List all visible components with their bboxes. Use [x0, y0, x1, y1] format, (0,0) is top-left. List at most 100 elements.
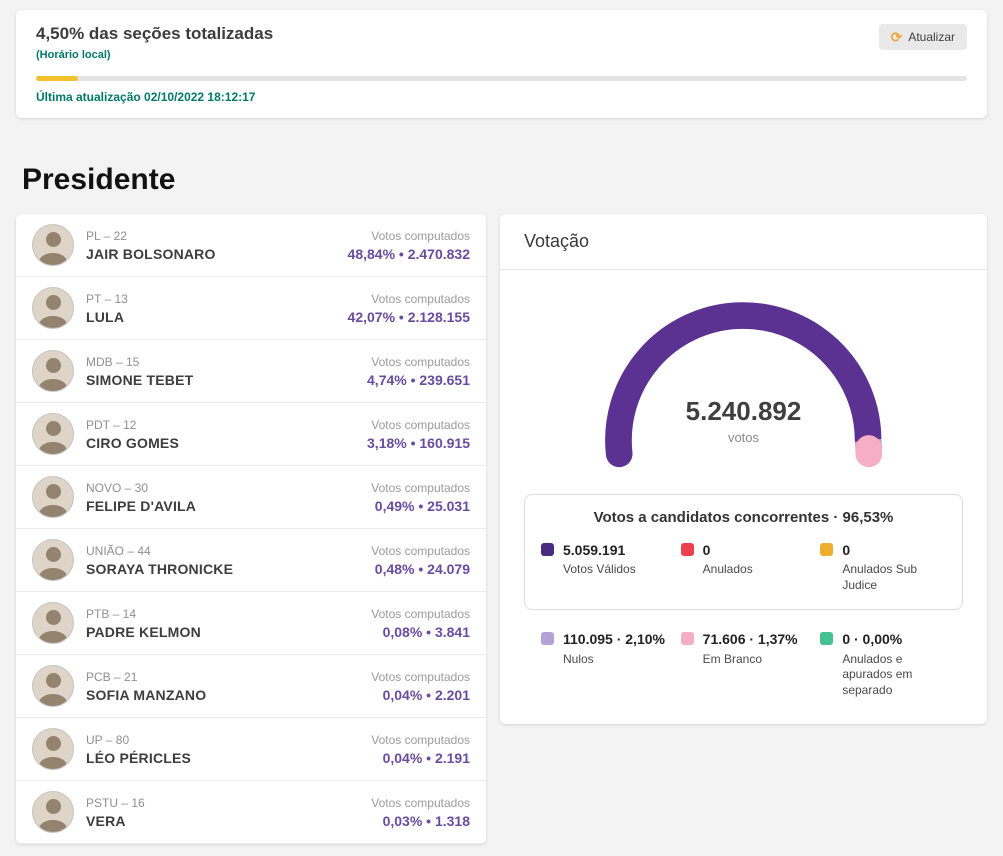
candidate-party: PDT – 12	[86, 417, 137, 432]
candidate-avatar	[32, 539, 74, 581]
candidate-row[interactable]: PL – 22 JAIR BOLSONARO Votos computados …	[16, 214, 486, 277]
votes-computed-label: Votos computados	[371, 606, 470, 621]
candidates-list: PL – 22 JAIR BOLSONARO Votos computados …	[16, 214, 486, 844]
candidate-party: PL – 22	[86, 228, 127, 243]
legend-value: 71.606 · 1,37%	[702, 631, 798, 648]
votes-value: 0,03% • 1.318	[382, 812, 470, 829]
gauge-total-label: votos	[727, 430, 760, 445]
candidate-party: NOVO – 30	[86, 480, 149, 495]
candidate-avatar	[32, 602, 74, 644]
candidate-row[interactable]: UP – 80 LÉO PÉRICLES Votos computados 0,…	[16, 718, 486, 781]
candidate-name: LULA	[86, 308, 125, 325]
candidate-avatar	[32, 350, 74, 392]
legend-swatch	[680, 632, 694, 646]
votacao-card: Votação 5.240.892 votos Votos a candidat…	[500, 214, 987, 725]
legend-box: Votos a candidatos concorrentes · 96,53%…	[524, 494, 963, 611]
legend-item: 71.606 · 1,37% Em Branco	[680, 630, 807, 698]
votes-computed-label: Votos computados	[371, 228, 470, 243]
candidate-row[interactable]: PSTU – 16 VERA Votos computados 0,03% • …	[16, 781, 486, 844]
votes-value: 4,74% • 239.651	[367, 371, 470, 388]
votes-computed-label: Votos computados	[371, 543, 470, 558]
gauge-total-votes: 5.240.892	[685, 396, 802, 426]
candidate-party: MDB – 15	[86, 354, 140, 369]
candidate-name: VERA	[86, 812, 126, 829]
votes-value: 48,84% • 2.470.832	[347, 245, 470, 262]
candidate-row[interactable]: PDT – 12 CIRO GOMES Votos computados 3,1…	[16, 403, 486, 466]
votes-computed-label: Votos computados	[371, 354, 470, 369]
candidate-name: JAIR BOLSONARO	[86, 245, 216, 262]
last-update-text: Última atualização 02/10/2022 18:12:17	[36, 90, 256, 104]
legend-value: 0 · 0,00%	[842, 631, 903, 648]
legend-value: 0	[702, 542, 711, 558]
legend-item: 5.059.191 Votos Válidos	[541, 541, 667, 593]
votes-gauge-svg	[604, 302, 882, 468]
candidate-avatar	[32, 224, 74, 266]
votes-computed-label: Votos computados	[371, 732, 470, 747]
votes-computed-label: Votos computados	[371, 669, 470, 684]
candidate-row[interactable]: NOVO – 30 FELIPE D'AVILA Votos computado…	[16, 466, 486, 529]
candidate-name: FELIPE D'AVILA	[86, 497, 197, 514]
candidate-row[interactable]: PT – 13 LULA Votos computados 42,07% • 2…	[16, 277, 486, 340]
candidate-avatar	[32, 665, 74, 707]
legend-title: Votos a candidatos concorrentes · 96,53%	[593, 509, 894, 526]
progress-fill	[36, 76, 78, 81]
legend-label: Anulados Sub Judice	[842, 562, 918, 592]
votes-value: 0,08% • 3.841	[382, 623, 470, 640]
votes-value: 0,04% • 2.191	[382, 749, 470, 766]
votes-value: 0,04% • 2.201	[382, 686, 470, 703]
candidate-party: PCB – 21	[86, 669, 138, 684]
legend-label: Nulos	[563, 651, 594, 666]
legend-value: 0	[842, 542, 851, 558]
votes-computed-label: Votos computados	[371, 480, 470, 495]
gauge-center: 5.240.892 votos	[584, 396, 904, 445]
votes-value: 0,49% • 25.031	[374, 497, 470, 514]
totalization-texts: 4,50% das seções totalizadas (Horário lo…	[36, 24, 273, 61]
candidate-name: SIMONE TEBET	[86, 371, 194, 388]
candidate-name: LÉO PÉRICLES	[86, 749, 192, 766]
legend-swatch	[541, 543, 554, 556]
candidate-party: UNIÃO – 44	[86, 543, 151, 558]
totalization-card: 4,50% das seções totalizadas (Horário lo…	[16, 10, 987, 118]
votes-computed-label: Votos computados	[371, 795, 470, 810]
legend-item: 110.095 · 2,10% Nulos	[541, 630, 667, 698]
votes-gauge: 5.240.892 votos	[584, 296, 904, 472]
legend-swatch	[541, 632, 554, 646]
refresh-icon: ⟳	[890, 29, 903, 45]
legend-value: 110.095 · 2,10%	[563, 631, 665, 648]
candidate-avatar	[32, 413, 74, 455]
candidate-row[interactable]: MDB – 15 SIMONE TEBET Votos computados 4…	[16, 340, 486, 403]
local-time-note: (Horário local)	[36, 49, 111, 61]
candidate-avatar	[32, 791, 74, 833]
legend-value: 5.059.191	[563, 542, 626, 558]
candidate-name: PADRE KELMON	[86, 623, 201, 640]
candidate-name: SORAYA THRONICKE	[86, 560, 234, 577]
votes-value: 0,48% • 24.079	[374, 560, 470, 577]
legend-label: Anulados	[702, 562, 753, 577]
candidate-row[interactable]: PCB – 21 SOFIA MANZANO Votos computados …	[16, 655, 486, 718]
legend-swatch	[820, 543, 834, 556]
candidate-party: UP – 80	[86, 732, 130, 747]
legend-swatch	[820, 632, 834, 646]
candidate-party: PTB – 14	[86, 606, 137, 621]
legend-item: 0 Anulados	[680, 541, 807, 593]
candidate-avatar	[32, 728, 74, 770]
candidate-row[interactable]: UNIÃO – 44 SORAYA THRONICKE Votos comput…	[16, 529, 486, 592]
legend-item: 0 Anulados Sub Judice	[820, 541, 946, 593]
votes-value: 3,18% • 160.915	[367, 434, 470, 451]
votes-computed-label: Votos computados	[371, 417, 470, 432]
candidate-avatar	[32, 287, 74, 329]
refresh-button[interactable]: ⟳ Atualizar	[878, 24, 967, 50]
legend-item: 0 · 0,00% Anulados e apurados em separad…	[820, 630, 946, 698]
totalization-progress-bar	[36, 76, 967, 81]
refresh-button-label: Atualizar	[908, 30, 955, 44]
legend-label: Votos Válidos	[563, 562, 636, 577]
candidate-party: PT – 13	[86, 291, 128, 306]
votes-value: 42,07% • 2.128.155	[347, 308, 470, 325]
candidate-avatar	[32, 476, 74, 518]
votacao-title: Votação	[500, 214, 987, 270]
candidate-name: SOFIA MANZANO	[86, 686, 207, 703]
legend-label: Em Branco	[702, 651, 763, 666]
candidate-name: CIRO GOMES	[86, 434, 180, 451]
candidate-row[interactable]: PTB – 14 PADRE KELMON Votos computados 0…	[16, 592, 486, 655]
page-title: Presidente	[22, 163, 176, 196]
